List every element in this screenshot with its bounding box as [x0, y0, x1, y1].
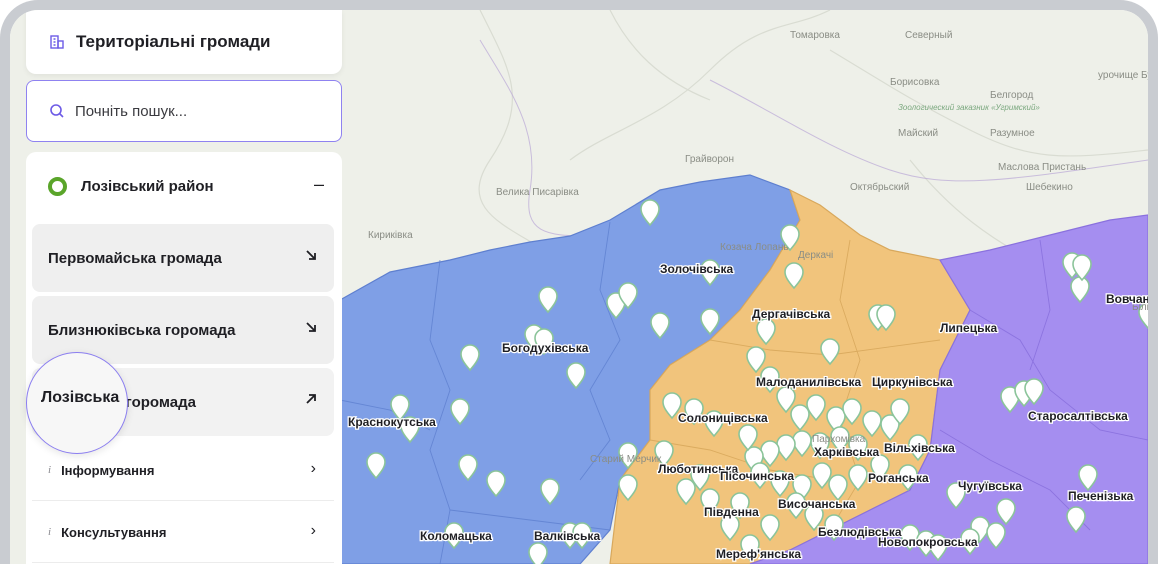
place-label: Пархомівка [812, 434, 866, 445]
arrow-down-right-icon [304, 248, 318, 262]
place-label: Козача Лопань [720, 242, 789, 253]
place-label: урочище Будённовская Дача [1098, 70, 1148, 81]
collapse-toggle[interactable]: – [314, 174, 324, 195]
place-label: Старий Мерчик [590, 454, 662, 465]
place-label: Кириківка [368, 230, 413, 241]
community-map-label: Харківська [814, 445, 879, 459]
place-label: Велика Писарівка [496, 187, 579, 198]
district-label: Лозівський район [81, 177, 214, 195]
community-map-label: Липецька [940, 321, 997, 335]
sidebar: Територіальні громади Лозівський район –… [26, 10, 342, 564]
community-map-label: Вовчанська [1106, 292, 1148, 306]
search-input[interactable] [73, 101, 317, 121]
submenu-label: Консультування [61, 524, 167, 540]
community-map-label: Солоницівська [678, 411, 768, 425]
arrow-up-right-icon [304, 392, 318, 406]
community-map-label: Краснокутська [348, 415, 436, 429]
community-map-label: Мереф'янська [716, 547, 801, 561]
place-label: Октябрьский [850, 181, 909, 193]
community-map-label: Коломацька [420, 529, 492, 543]
sidebar-header: Територіальні громади [26, 10, 342, 74]
community-map-label: Новопокровська [878, 535, 978, 549]
community-map-label: Золочівська [660, 262, 733, 276]
community-map-label: Дергачівська [752, 307, 831, 321]
place-label: Борисовка [890, 77, 940, 88]
community-map-label: Циркунівська [872, 375, 953, 389]
district-row[interactable]: Лозівський район – [26, 152, 342, 220]
info-icon: i [48, 526, 52, 538]
place-label: Шебекино [1026, 181, 1073, 193]
info-icon: i [48, 464, 52, 476]
place-label: Разумное [990, 128, 1035, 139]
community-map-label: Старосалтівська [1028, 409, 1128, 423]
district-marker-icon [48, 176, 67, 196]
search-icon [49, 103, 65, 119]
community-map-label: Південна [704, 505, 759, 519]
chevron-right-icon: › [310, 522, 316, 539]
device-frame: Томаровка Северный Борисовка Зоологический … [0, 0, 1158, 564]
place-label: Томаровка [790, 30, 840, 41]
community-label: Близнюківська горомада [48, 321, 236, 339]
map-pin-icon[interactable] [528, 542, 548, 564]
search-box[interactable] [26, 80, 342, 142]
zoom-lens: Лозівська [26, 352, 128, 454]
place-label: Зоологический заказник «Угримский» [898, 103, 1040, 112]
place-label: Деркачі [798, 250, 833, 261]
community-map-label: Вільхівська [884, 441, 955, 455]
community-map-label: Малоданилівська [756, 375, 861, 389]
chevron-right-icon: › [310, 460, 316, 477]
place-label: Маслова Пристань [998, 162, 1086, 173]
page-title: Територіальні громади [76, 32, 271, 51]
place-label: Северный [905, 30, 952, 41]
community-map-label: Роганська [868, 471, 929, 485]
community-map-label: Пісочинська [720, 469, 794, 483]
community-item-pervomaiska[interactable]: Первомайська громада [32, 224, 334, 292]
app-viewport: Томаровка Северный Борисовка Зоологический … [10, 10, 1148, 564]
place-label: Грайворон [685, 154, 734, 165]
community-label: Первомайська громада [48, 249, 222, 267]
community-map-label: Богодухівська [502, 341, 589, 355]
place-label: Белгород [990, 90, 1034, 101]
submenu-label: Інформування [61, 462, 155, 478]
arrow-down-right-icon [304, 320, 318, 334]
place-label: Майский [898, 128, 938, 139]
submenu-item-consulting[interactable]: i Консультування › [32, 502, 334, 563]
zoom-lens-label: Лозівська [41, 389, 120, 406]
community-map-label: Печенізька [1068, 489, 1134, 503]
building-icon [48, 33, 66, 51]
community-map-label: Валківська [534, 529, 600, 543]
community-map-label: Височанська [778, 497, 856, 511]
community-map-label: Чугуївська [958, 479, 1022, 493]
